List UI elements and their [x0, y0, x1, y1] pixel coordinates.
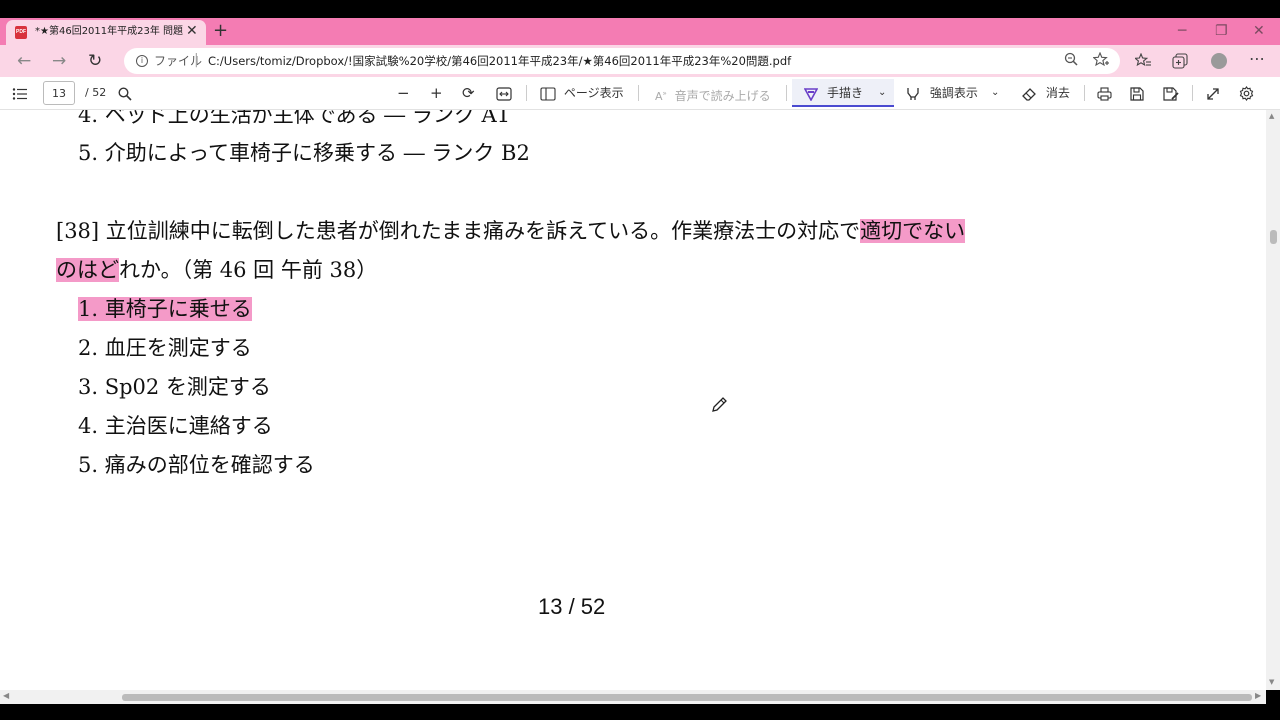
- vertical-scroll-thumb[interactable]: [1270, 230, 1277, 244]
- draw-label: 手描き: [827, 86, 864, 100]
- profile-avatar[interactable]: [1211, 53, 1227, 69]
- toolbar-divider: [1084, 85, 1085, 101]
- zoom-out-icon[interactable]: −: [397, 77, 410, 109]
- question-38-line1: [38] 立位訓練中に転倒した患者が倒れたまま痛みを訴えている。作業療法士の対応…: [56, 219, 861, 243]
- pen-cursor-icon: [710, 396, 728, 419]
- back-icon[interactable]: ←: [17, 51, 31, 71]
- toolbar-divider: [786, 85, 787, 101]
- question-38-line2: のはどれか。（第 46 回 午前 38）: [56, 257, 377, 283]
- refresh-icon[interactable]: ↻: [88, 51, 102, 71]
- tab-strip: PDF *★第46回2011年平成23年 問題 ✕ + ─ ❐ ✕: [0, 18, 1280, 45]
- screen-top-edge: [0, 0, 1280, 18]
- save-as-icon[interactable]: [1163, 77, 1179, 109]
- more-options-icon[interactable]: ⋯: [1249, 50, 1265, 67]
- url-field[interactable]: i ファイル | C:/Users/tomiz/Dropbox/!国家試験%20…: [124, 48, 1120, 74]
- toolbar-divider: [638, 85, 639, 101]
- vertical-scrollbar[interactable]: ▲ ▼: [1266, 110, 1280, 690]
- search-icon[interactable]: [118, 77, 132, 109]
- settings-gear-icon[interactable]: [1239, 77, 1254, 109]
- answer-option-4: 4. 主治医に連絡する: [78, 414, 273, 438]
- page-view-button[interactable]: ページ表示: [540, 77, 624, 109]
- pdf-page[interactable]: 4. ベッド上の生活が主体である ― ランク A1 5. 介助によって車椅子に移…: [0, 110, 1266, 690]
- zoom-icon[interactable]: [1064, 52, 1078, 71]
- read-aloud-label: 音声で読み上げる: [674, 88, 771, 103]
- page-total-label: / 52: [85, 86, 107, 99]
- page-view-label: ページ表示: [563, 86, 624, 100]
- fit-page-icon[interactable]: [496, 77, 512, 109]
- answer-option-5: 5. 痛みの部位を確認する: [78, 453, 315, 477]
- pdf-toolbar: 13 / 52 − + ⟳ ページ表示 A» 音声で読み上げる 手描き ⌄ 強調…: [0, 77, 1280, 110]
- highlight-button[interactable]: 強調表示: [906, 77, 978, 109]
- pdf-favicon-icon: PDF: [15, 26, 27, 39]
- eraser-icon: [1022, 86, 1041, 101]
- answer-option-2: 2. 血圧を測定する: [78, 336, 252, 360]
- table-of-contents-icon[interactable]: [12, 77, 28, 109]
- horizontal-scrollbar[interactable]: ◀ ▶: [0, 690, 1266, 704]
- answer-option-5-prev: 5. 介助によって車椅子に移乗する ― ランク B2: [78, 141, 530, 165]
- rotate-icon[interactable]: ⟳: [462, 77, 475, 109]
- fullscreen-icon[interactable]: [1206, 77, 1220, 109]
- highlighted-phrase: 適切でない: [860, 219, 966, 243]
- answer-option-1: 1. 車椅子に乗せる: [78, 296, 252, 322]
- new-tab-icon[interactable]: +: [213, 19, 228, 43]
- zoom-in-icon[interactable]: +: [430, 77, 443, 109]
- page-number-footer: 13 / 52: [538, 594, 606, 619]
- question-38-source: れか。（第 46 回 午前 38）: [119, 258, 378, 282]
- scroll-right-icon[interactable]: ▶: [1255, 691, 1261, 700]
- collections-icon[interactable]: [1172, 53, 1188, 73]
- toolbar-divider: [526, 85, 527, 101]
- highlighter-icon: [906, 86, 924, 100]
- print-icon[interactable]: [1097, 77, 1112, 109]
- page-view-icon: [540, 86, 560, 101]
- read-aloud-icon: A»: [655, 89, 667, 103]
- restore-icon[interactable]: ❐: [1215, 22, 1228, 40]
- scroll-down-icon[interactable]: ▼: [1269, 678, 1274, 686]
- add-favorite-icon[interactable]: [1092, 51, 1109, 73]
- window-close-icon[interactable]: ✕: [1253, 22, 1265, 40]
- highlight-dropdown-icon[interactable]: ⌄: [991, 77, 999, 109]
- info-icon[interactable]: i: [136, 55, 148, 67]
- forward-icon[interactable]: →: [52, 51, 66, 71]
- favorites-icon[interactable]: [1133, 52, 1151, 73]
- tab-title: *★第46回2011年平成23年 問題: [35, 26, 183, 37]
- url-separator: |: [194, 52, 199, 68]
- save-icon[interactable]: [1130, 77, 1144, 109]
- horizontal-scroll-thumb[interactable]: [122, 694, 1252, 701]
- url-text[interactable]: C:/Users/tomiz/Dropbox/!国家試験%20学校/第46回20…: [208, 54, 1048, 69]
- draw-dropdown-icon[interactable]: ⌄: [878, 77, 886, 109]
- screen-bottom-edge: [0, 704, 1280, 720]
- answer-option-4-prev: 4. ベッド上の生活が主体である ― ランク A1: [78, 110, 511, 127]
- scroll-left-icon[interactable]: ◀: [3, 691, 9, 700]
- pen-icon: [803, 77, 819, 109]
- tab-pdf-document[interactable]: PDF *★第46回2011年平成23年 問題 ✕: [6, 20, 206, 45]
- address-bar: ← → ↻ i ファイル | C:/Users/tomiz/Dropbox/!国…: [0, 45, 1280, 77]
- question-38-text: [38] 立位訓練中に転倒した患者が倒れたまま痛みを訴えている。作業療法士の対応…: [56, 218, 966, 244]
- toolbar-divider: [1192, 85, 1193, 101]
- highlighted-phrase-cont: のはど: [56, 258, 119, 282]
- minimize-icon[interactable]: ─: [1178, 22, 1186, 40]
- draw-button[interactable]: 手描き ⌄: [792, 79, 894, 107]
- page-number-input[interactable]: 13: [43, 81, 75, 105]
- erase-label: 消去: [1045, 86, 1070, 100]
- scroll-up-icon[interactable]: ▲: [1269, 112, 1274, 120]
- highlight-label: 強調表示: [929, 86, 978, 100]
- erase-button[interactable]: 消去: [1022, 77, 1070, 109]
- answer-option-3: 3. Sp02 を測定する: [78, 375, 271, 399]
- highlighted-answer: 1. 車椅子に乗せる: [78, 297, 252, 321]
- tab-close-icon[interactable]: ✕: [186, 23, 198, 40]
- read-aloud-button[interactable]: A» 音声で読み上げる: [655, 77, 771, 109]
